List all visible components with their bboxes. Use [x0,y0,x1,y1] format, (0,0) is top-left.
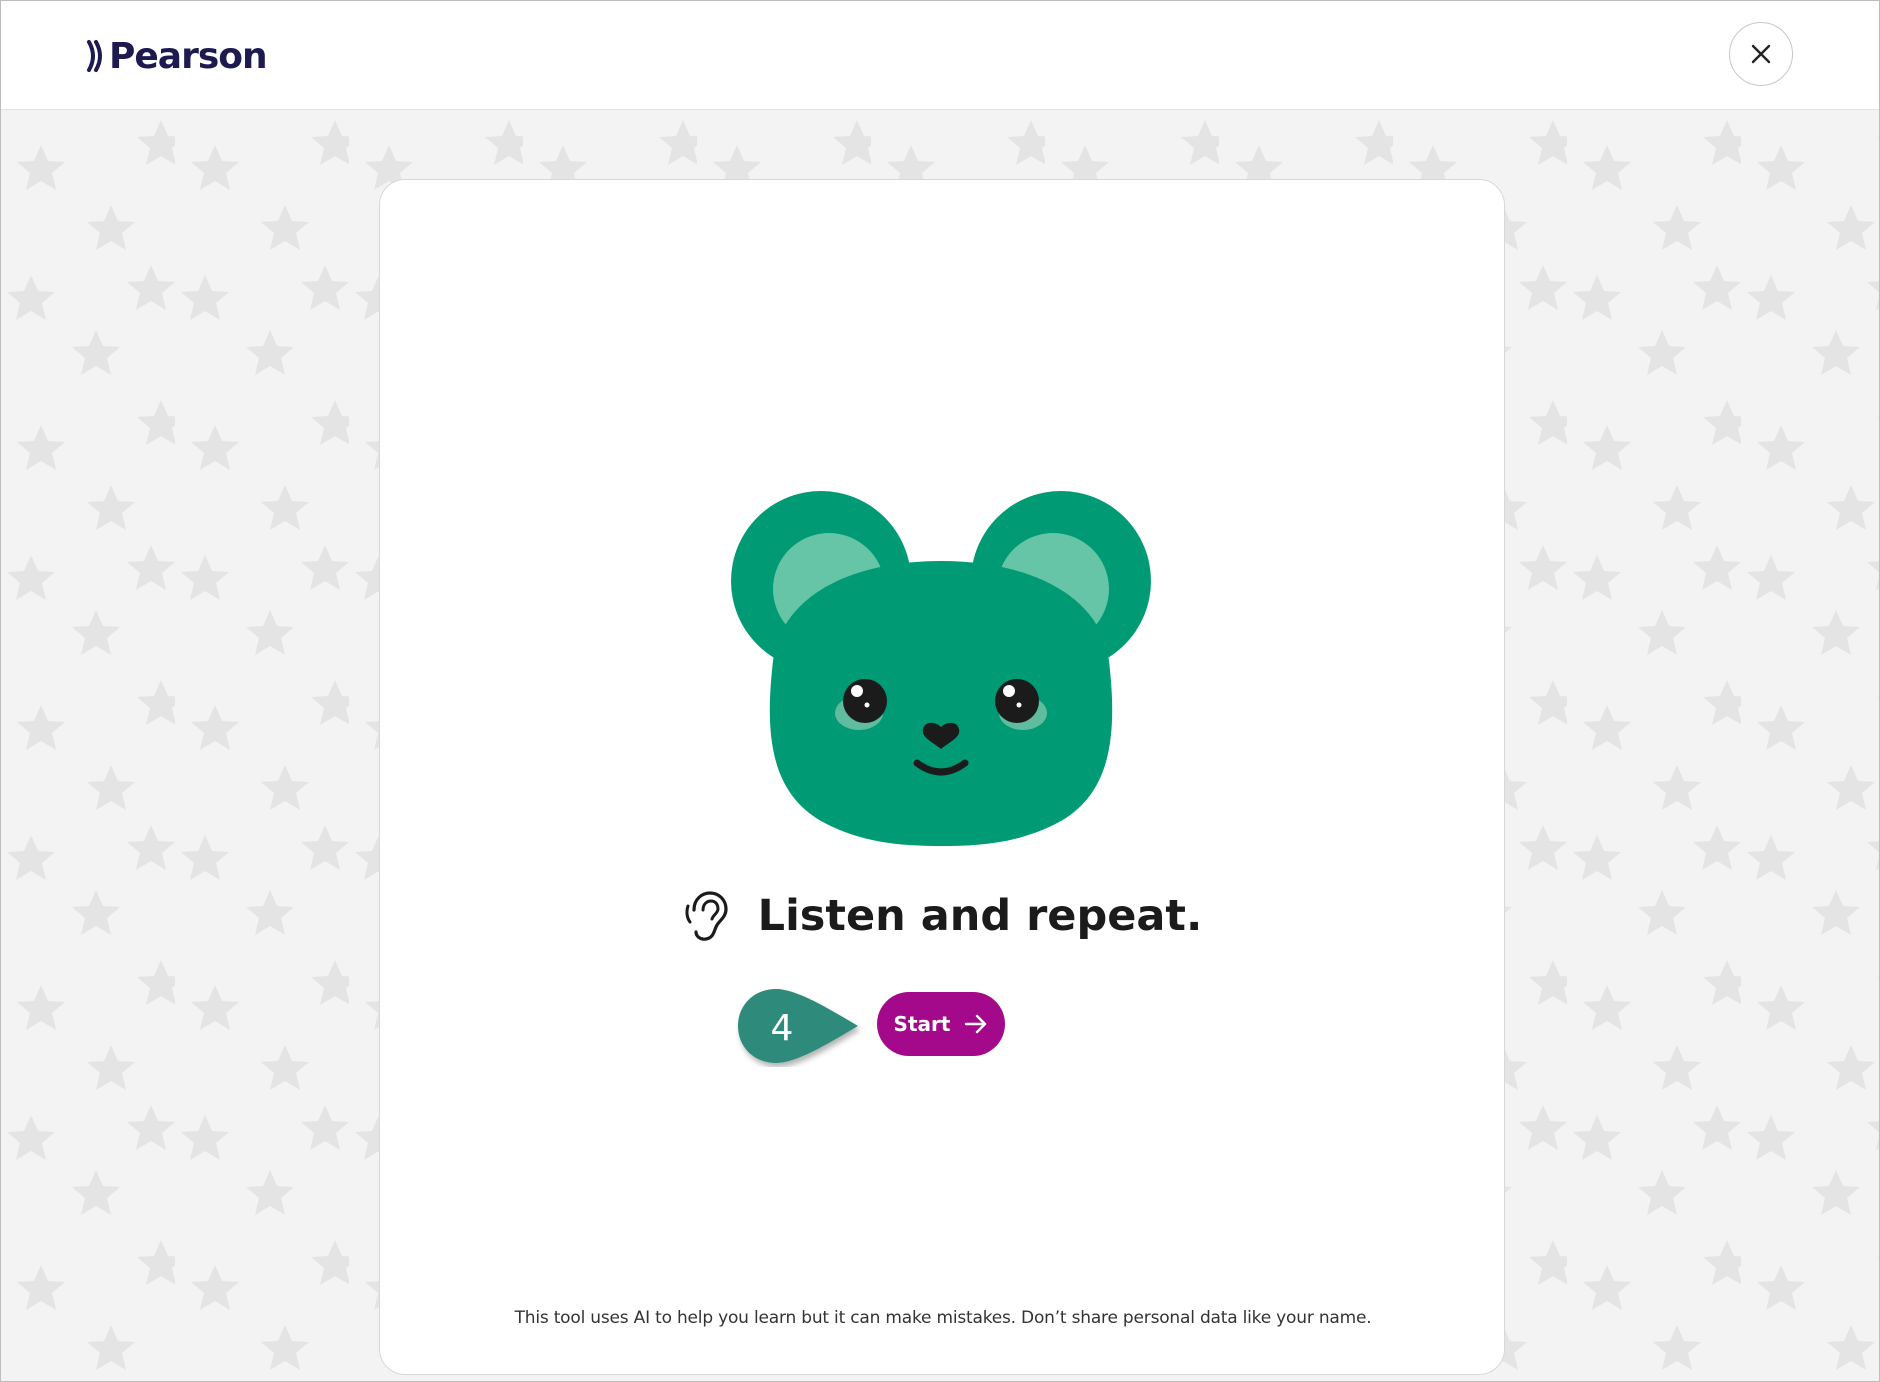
close-icon [1751,44,1771,64]
start-button[interactable]: Start [877,992,1005,1056]
top-bar: Pearson [1,1,1879,110]
step-callout-badge: 4 [738,989,858,1063]
ear-icon [685,891,728,941]
logo-text: Pearson [109,35,268,77]
instruction-row: Listen and repeat. [380,890,1506,942]
pearson-logo-mark [87,40,102,72]
ai-disclaimer: This tool uses AI to help you learn but … [514,1308,1372,1328]
start-button-label: Start [893,1012,951,1036]
activity-card: Listen and repeat. 4 Start This tool use… [379,179,1505,1375]
instruction-title: Listen and repeat. [757,891,1203,941]
step-number: 4 [771,1008,794,1049]
bear-illustration [731,491,1151,846]
close-button[interactable] [1729,22,1793,86]
pearson-logo: Pearson [87,33,268,79]
arrow-right-icon [965,1014,987,1034]
app-window: Pearson Listen and repeat. 4 Start This … [0,0,1880,1382]
